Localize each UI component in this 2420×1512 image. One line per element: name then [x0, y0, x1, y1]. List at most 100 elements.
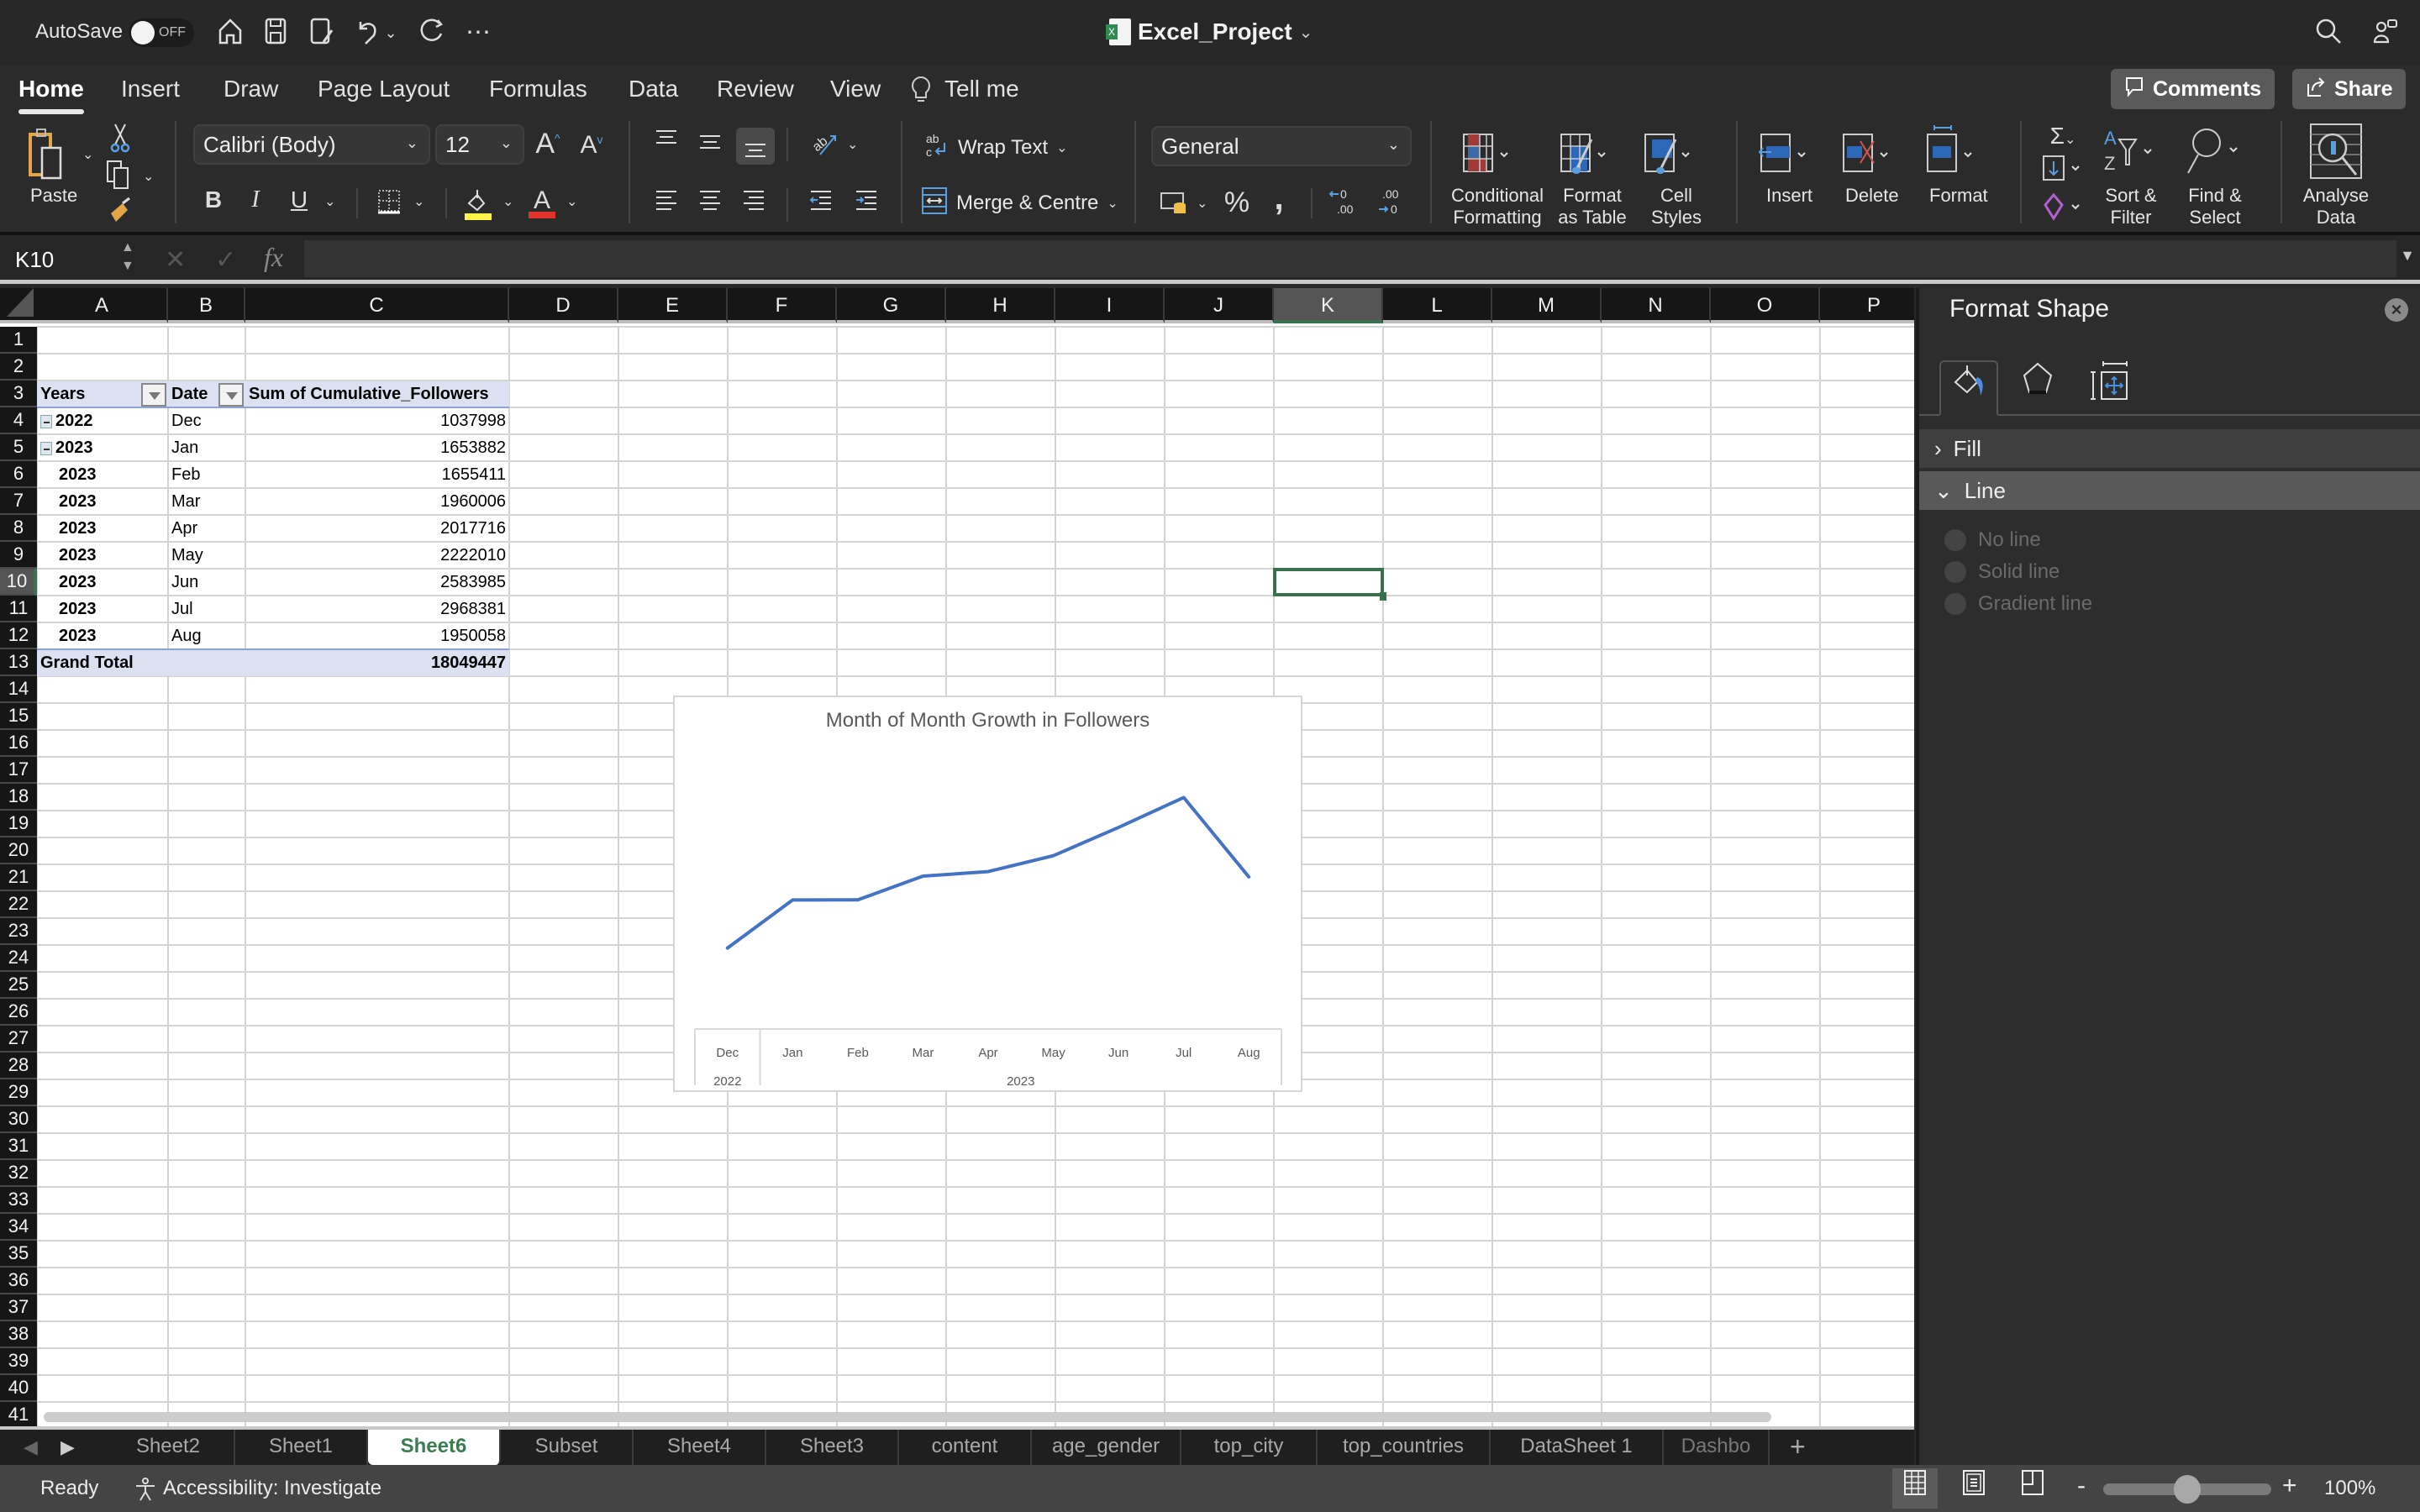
- row-header-16[interactable]: 16: [0, 730, 37, 757]
- pivot-value-cell[interactable]: 1950058: [245, 623, 509, 649]
- tab-home[interactable]: Home: [18, 76, 84, 114]
- underline-button[interactable]: U: [289, 186, 309, 213]
- fill-color-icon[interactable]: [464, 186, 492, 220]
- radio-button[interactable]: [1944, 561, 1966, 583]
- pivot-month-cell[interactable]: Apr: [168, 516, 245, 542]
- zoom-in-button[interactable]: +: [2282, 1472, 2297, 1500]
- orientation-icon[interactable]: ab: [807, 129, 840, 162]
- insert-cells-icon[interactable]: [1758, 131, 1812, 176]
- tab-view[interactable]: View: [830, 76, 881, 102]
- pivot-year-cell[interactable]: 2023: [37, 570, 168, 596]
- column-header-k[interactable]: K: [1274, 288, 1383, 323]
- row-header-6[interactable]: 6: [0, 461, 37, 488]
- column-header-g[interactable]: G: [837, 288, 946, 323]
- row-header-26[interactable]: 26: [0, 999, 37, 1026]
- fill-handle[interactable]: [1380, 592, 1386, 601]
- formula-input[interactable]: [304, 240, 2396, 277]
- pivot-value-cell[interactable]: 2968381: [245, 596, 509, 622]
- pivot-year-cell[interactable]: 2023: [37, 489, 168, 515]
- horizontal-scrollbar[interactable]: [44, 1412, 1771, 1422]
- align-center-icon[interactable]: [696, 188, 724, 218]
- sheet-tab-sheet2[interactable]: Sheet2: [103, 1430, 235, 1465]
- align-middle-icon[interactable]: [696, 131, 724, 160]
- row-header-5[interactable]: 5: [0, 434, 37, 461]
- name-box-stepper[interactable]: ▲ ▼: [121, 239, 134, 276]
- row-header-21[interactable]: 21: [0, 864, 37, 891]
- pivot-month-cell[interactable]: Mar: [168, 489, 245, 515]
- row-header-3[interactable]: 3: [0, 381, 37, 407]
- document-title[interactable]: Excel_Project ⌄: [1106, 15, 1313, 49]
- align-bottom-icon[interactable]: [736, 128, 775, 165]
- align-top-icon[interactable]: [652, 128, 681, 157]
- row-header-2[interactable]: 2: [0, 354, 37, 381]
- pivot-header-value[interactable]: Sum of Cumulative_Followers: [245, 381, 509, 407]
- row-header-18[interactable]: 18: [0, 784, 37, 811]
- sheet-tab-content[interactable]: content: [899, 1430, 1032, 1465]
- comma-style-button[interactable]: ,: [1269, 180, 1289, 218]
- find-select-icon[interactable]: [2185, 124, 2245, 178]
- orientation-dropdown-icon[interactable]: ⌄: [847, 136, 858, 153]
- pivot-header-date[interactable]: Date: [168, 381, 245, 407]
- row-header-4[interactable]: 4: [0, 407, 37, 434]
- row-header-15[interactable]: 15: [0, 703, 37, 730]
- close-icon[interactable]: ×: [2385, 298, 2408, 322]
- select-all-corner[interactable]: [0, 288, 37, 323]
- more-icon[interactable]: ⋯: [462, 17, 494, 49]
- solid-line-option[interactable]: Solid line: [1944, 560, 2060, 584]
- column-header-b[interactable]: B: [168, 288, 245, 323]
- sheet-tab-dashbo[interactable]: Dashbo: [1664, 1430, 1770, 1465]
- font-color-dropdown-icon[interactable]: ⌄: [566, 193, 577, 210]
- cancel-formula-icon[interactable]: ✕: [165, 245, 186, 275]
- pivot-month-cell[interactable]: Jan: [168, 435, 245, 461]
- effects-tab-icon[interactable]: [2008, 360, 2067, 416]
- row-header-28[interactable]: 28: [0, 1053, 37, 1079]
- accounting-dropdown-icon[interactable]: ⌄: [1197, 195, 1207, 212]
- normal-view-icon[interactable]: [1892, 1468, 1938, 1509]
- pivot-value-cell[interactable]: 1653882: [245, 435, 509, 461]
- underline-dropdown-icon[interactable]: ⌄: [324, 193, 335, 210]
- share-profile-icon[interactable]: [2370, 17, 2402, 49]
- tab-review[interactable]: Review: [717, 76, 794, 102]
- home-icon[interactable]: [214, 17, 246, 49]
- zoom-slider[interactable]: [2103, 1475, 2271, 1504]
- borders-dropdown-icon[interactable]: ⌄: [413, 193, 424, 210]
- row-header-35[interactable]: 35: [0, 1241, 37, 1268]
- pivot-year-cell[interactable]: 2023: [37, 596, 168, 622]
- cell-styles-icon[interactable]: [1644, 131, 1694, 176]
- borders-icon[interactable]: [375, 188, 403, 218]
- row-header-20[interactable]: 20: [0, 837, 37, 864]
- pivot-month-cell[interactable]: Feb: [168, 462, 245, 488]
- increase-indent-icon[interactable]: [852, 188, 881, 218]
- row-header-31[interactable]: 31: [0, 1133, 37, 1160]
- copy-icon[interactable]: [104, 160, 133, 190]
- row-header-34[interactable]: 34: [0, 1214, 37, 1241]
- tab-insert[interactable]: Insert: [121, 76, 180, 102]
- pivot-value-cell[interactable]: 1960006: [245, 489, 509, 515]
- pivot-header-years[interactable]: Years: [37, 381, 168, 407]
- row-header-36[interactable]: 36: [0, 1268, 37, 1294]
- column-header-d[interactable]: D: [509, 288, 618, 323]
- pivot-month-cell[interactable]: Aug: [168, 623, 245, 649]
- sheet-tab-subset[interactable]: Subset: [501, 1430, 634, 1465]
- align-right-icon[interactable]: [739, 188, 768, 218]
- sort-filter-icon[interactable]: AZ: [2102, 128, 2161, 178]
- increase-font-size-icon[interactable]: A^: [531, 128, 565, 160]
- font-size-dropdown[interactable]: 12 ⌄: [435, 124, 524, 165]
- tab-data[interactable]: Data: [629, 76, 678, 102]
- autosave-toggle[interactable]: OFF: [129, 18, 194, 47]
- sheet-tab-age-gender[interactable]: age_gender: [1032, 1430, 1181, 1465]
- zoom-level[interactable]: 100%: [2324, 1477, 2375, 1500]
- spreadsheet-grid[interactable]: ABCDEFGHIJKLMNOP 1 2 3 4 5 6 7 8 9 10 11 12 13 14 15 16…: [0, 288, 1914, 1426]
- row-header-10[interactable]: 10: [0, 569, 37, 596]
- redo-icon[interactable]: [417, 17, 449, 49]
- expand-formula-icon[interactable]: ▼: [2400, 247, 2415, 265]
- decrease-indent-icon[interactable]: [807, 188, 835, 218]
- pivot-value-cell[interactable]: 2222010: [245, 543, 509, 569]
- sheet-tab-sheet3[interactable]: Sheet3: [766, 1430, 899, 1465]
- format-cells-icon[interactable]: [1926, 124, 1980, 176]
- scroll-tabs-left-icon[interactable]: ◀: [24, 1436, 38, 1458]
- pivot-year-cell[interactable]: 2023: [37, 435, 168, 461]
- autosum-icon[interactable]: Σ⌄: [2042, 123, 2084, 150]
- tell-me-search[interactable]: Tell me: [944, 76, 1019, 102]
- analyse-data-icon[interactable]: [2306, 123, 2365, 181]
